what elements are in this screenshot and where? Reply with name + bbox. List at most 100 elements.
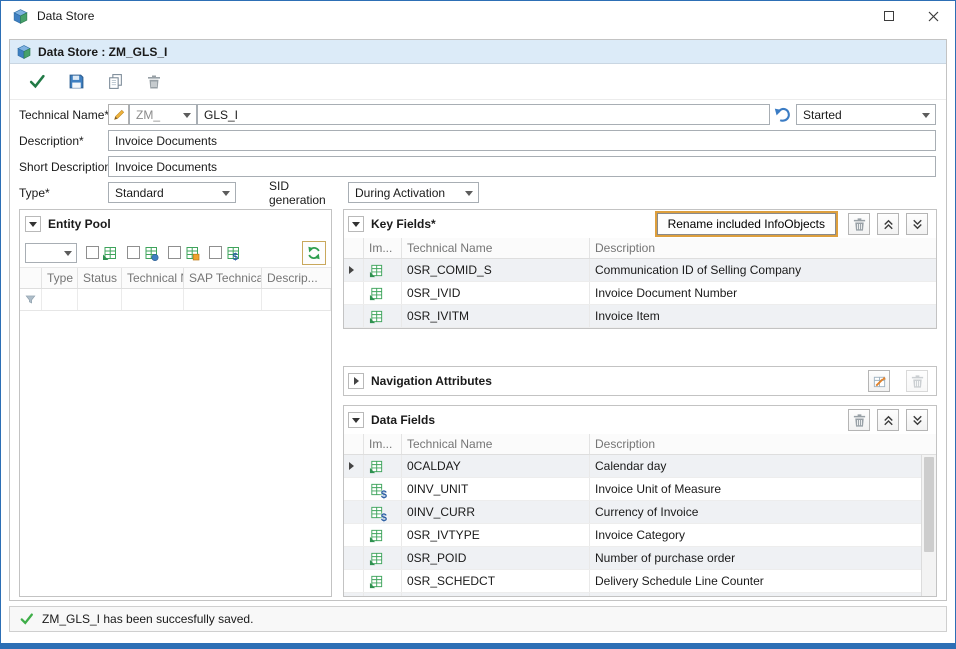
svg-text:$: $ xyxy=(233,252,239,261)
description-cell[interactable]: Delivery Schedule Line Counter xyxy=(590,570,936,592)
description-cell[interactable]: Communication ID of Selling Company xyxy=(590,259,936,281)
navigation-attributes-expand-button[interactable] xyxy=(348,373,364,389)
close-button[interactable] xyxy=(911,1,955,31)
infoobject-grid-icon xyxy=(369,597,384,598)
copy-button[interactable] xyxy=(105,72,125,92)
time-characteristic-checkbox[interactable] xyxy=(127,246,140,259)
column-header-description[interactable]: Description xyxy=(590,434,936,454)
prefix-select[interactable]: ZM_ xyxy=(129,104,197,125)
technical-name-cell[interactable]: 0INV_CURR xyxy=(402,501,590,523)
infoobject-grid-icon xyxy=(369,309,384,324)
column-header-import[interactable]: Im... xyxy=(364,434,402,454)
refresh-icon xyxy=(306,245,322,261)
data-fields-move-up-button[interactable] xyxy=(877,409,899,431)
entity-pool-panel: Entity Pool xyxy=(19,209,332,597)
table-row[interactable]: 0SR_IVITM Invoice Item xyxy=(344,305,936,328)
delete-button[interactable] xyxy=(144,72,164,92)
data-fields-delete-button[interactable] xyxy=(848,409,870,431)
table-row[interactable]: 0SR_IVTYPE Invoice Category xyxy=(344,524,936,547)
column-header-type[interactable]: Type xyxy=(42,268,78,288)
column-header-sap-technical-name[interactable]: SAP Technical ... xyxy=(184,268,262,288)
description-cell[interactable]: Invoice Item xyxy=(590,305,936,327)
column-header-technical-name[interactable]: Technical Name xyxy=(402,238,590,258)
entity-pool-empty-area[interactable] xyxy=(20,311,331,596)
description-cell[interactable]: Number of purchase order xyxy=(590,547,936,569)
technical-name-cell[interactable]: 0SR_POID xyxy=(402,547,590,569)
description-cell[interactable]: Calendar day xyxy=(590,455,936,477)
description-cell[interactable]: Currency of Invoice xyxy=(590,501,936,523)
column-header-description[interactable]: Description xyxy=(590,238,936,258)
entity-pool-toolbar: $ xyxy=(20,238,331,268)
row-expander-icon[interactable] xyxy=(349,462,354,470)
window-titlebar[interactable]: Data Store xyxy=(1,1,955,31)
key-fields-move-down-button[interactable] xyxy=(906,213,928,235)
maximize-button[interactable] xyxy=(867,1,911,31)
column-header-technical-name[interactable]: Technical Name xyxy=(402,434,590,454)
description-input[interactable] xyxy=(108,130,936,151)
entity-pool-collapse-button[interactable] xyxy=(25,216,41,232)
technical-name-cell[interactable]: 0SR_IVITM xyxy=(402,305,590,327)
technical-name-cell[interactable]: 0SR_IVTYPE xyxy=(402,524,590,546)
key-fields-delete-button[interactable] xyxy=(848,213,870,235)
short-description-input[interactable] xyxy=(108,156,936,177)
column-header-technical-name[interactable]: Technical N... xyxy=(122,268,184,288)
filter-cell[interactable] xyxy=(42,289,78,310)
short-description-label: Short Description xyxy=(19,160,108,174)
column-header-description[interactable]: Descrip... xyxy=(262,268,331,288)
activate-button[interactable] xyxy=(27,72,47,92)
column-header-blank xyxy=(344,434,364,454)
infoobject-grid-icon xyxy=(369,574,384,589)
technical-name-cell[interactable]: 0SR_IVID xyxy=(402,282,590,304)
filter-cell[interactable] xyxy=(122,289,184,310)
sid-generation-select[interactable]: During Activation xyxy=(348,182,479,203)
data-fields-scrollbar[interactable] xyxy=(921,455,936,596)
maximize-icon xyxy=(884,11,894,21)
table-row-partial[interactable] xyxy=(344,593,936,597)
description-cell[interactable]: Invoice Unit of Measure xyxy=(590,478,936,500)
trash-icon xyxy=(852,413,867,428)
table-row[interactable]: $ 0INV_UNIT Invoice Unit of Measure xyxy=(344,478,936,501)
status-select[interactable]: Started xyxy=(796,104,936,125)
technical-name-cell[interactable]: 0SR_COMID_S xyxy=(402,259,590,281)
description-cell[interactable]: Invoice Category xyxy=(590,524,936,546)
key-fields-collapse-button[interactable] xyxy=(348,216,364,232)
data-fields-move-down-button[interactable] xyxy=(906,409,928,431)
description-cell[interactable]: Invoice Document Number xyxy=(590,282,936,304)
refresh-button[interactable] xyxy=(302,241,326,265)
entity-pool-filter-select[interactable] xyxy=(25,243,77,263)
table-row[interactable]: 0CALDAY Calendar day xyxy=(344,455,936,478)
characteristic-checkbox[interactable] xyxy=(86,246,99,259)
key-fields-move-up-button[interactable] xyxy=(877,213,899,235)
table-row[interactable]: $ 0INV_CURR Currency of Invoice xyxy=(344,501,936,524)
filter-cell[interactable] xyxy=(20,289,42,310)
table-row[interactable]: 0SR_COMID_S Communication ID of Selling … xyxy=(344,259,936,282)
filter-cell[interactable] xyxy=(184,289,262,310)
scrollbar-thumb[interactable] xyxy=(924,457,934,552)
data-fields-collapse-button[interactable] xyxy=(348,412,364,428)
rename-infoobjects-button[interactable]: Rename included InfoObjects xyxy=(657,213,836,235)
filter-cell[interactable] xyxy=(78,289,122,310)
unit-currency-checkbox[interactable] xyxy=(209,246,222,259)
description-label: Description* xyxy=(19,134,108,148)
type-select[interactable]: Standard xyxy=(108,182,236,203)
row-expander-icon[interactable] xyxy=(349,266,354,274)
time-characteristic-icon xyxy=(143,245,159,261)
table-row[interactable]: 0SR_IVID Invoice Document Number xyxy=(344,282,936,305)
type-row: Type* Standard SID generation During Act… xyxy=(19,182,936,203)
technical-name-cell[interactable]: 0SR_SCHEDCT xyxy=(402,570,590,592)
table-row[interactable]: 0SR_SCHEDCT Delivery Schedule Line Count… xyxy=(344,570,936,593)
add-navigation-attribute-button[interactable] xyxy=(868,370,890,392)
technical-name-input[interactable] xyxy=(197,104,770,125)
technical-name-cell[interactable]: 0INV_UNIT xyxy=(402,478,590,500)
save-button[interactable] xyxy=(66,72,86,92)
data-fields-column-headers: Im... Technical Name Description xyxy=(344,434,936,455)
filter-cell[interactable] xyxy=(262,289,331,310)
navigation-attributes-delete-button[interactable] xyxy=(906,370,928,392)
table-row[interactable]: 0SR_POID Number of purchase order xyxy=(344,547,936,570)
undo-button[interactable] xyxy=(770,106,796,124)
edit-technical-name-button[interactable] xyxy=(108,104,129,125)
key-figure-checkbox[interactable] xyxy=(168,246,181,259)
column-header-import[interactable]: Im... xyxy=(364,238,402,258)
technical-name-cell[interactable]: 0CALDAY xyxy=(402,455,590,477)
column-header-status[interactable]: Status xyxy=(78,268,122,288)
